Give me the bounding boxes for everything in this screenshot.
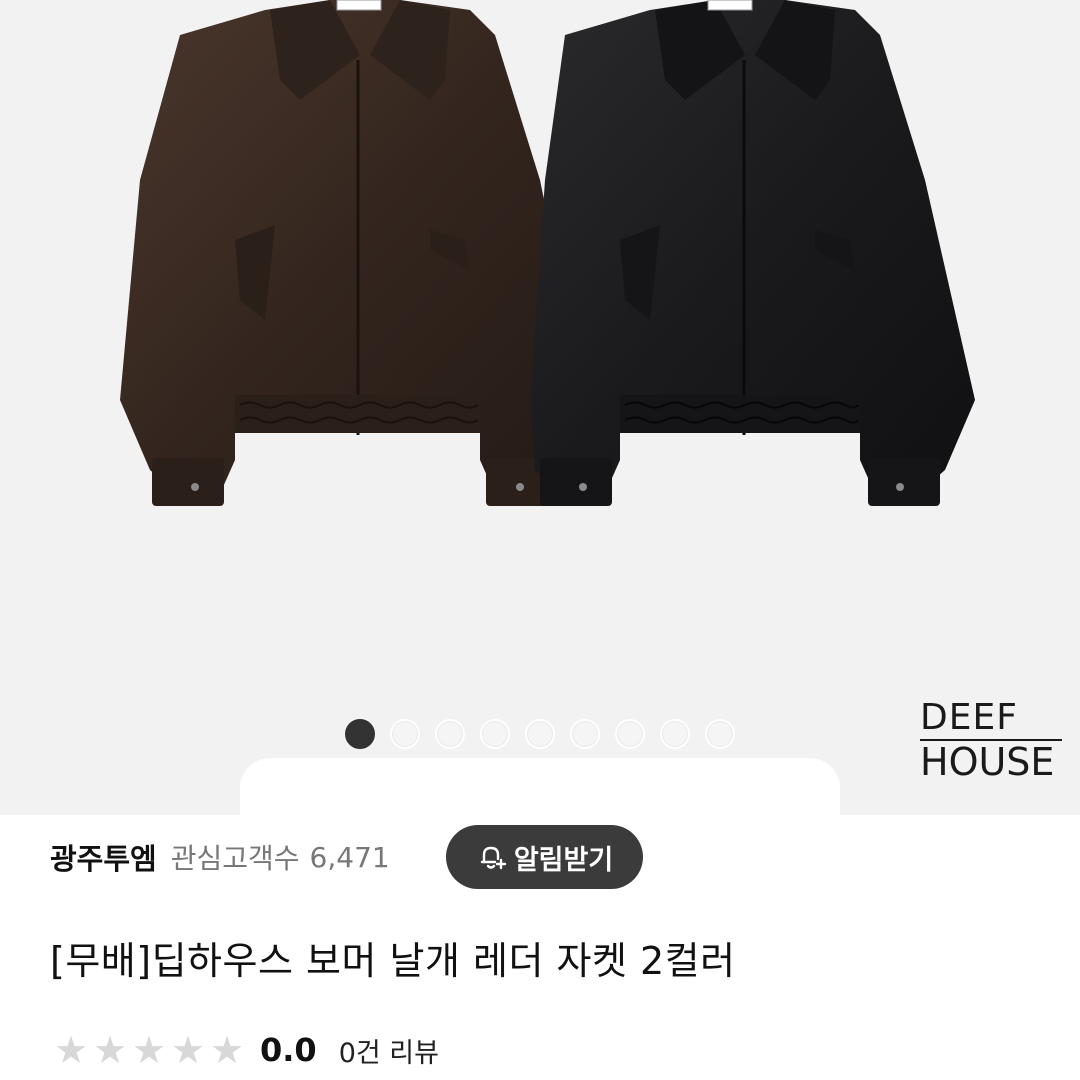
carousel-dot[interactable] [660, 719, 690, 749]
brown-jacket [120, 0, 585, 506]
favorites-label: 관심고객수 [170, 842, 300, 875]
product-title: [무배]딥하우스 보머 날개 레더 자켓 2컬러 [50, 939, 736, 983]
sheet-handle-tab [240, 758, 840, 818]
black-jacket [530, 0, 975, 506]
star-icon: ★ [53, 1028, 89, 1072]
star-icon: ★ [170, 1028, 206, 1072]
notify-button[interactable]: 알림받기 [446, 825, 643, 889]
carousel-dot[interactable] [570, 719, 600, 749]
star-icon: ★ [209, 1028, 245, 1072]
carousel-dot[interactable] [390, 719, 420, 749]
bell-plus-icon [480, 846, 507, 870]
notify-button-label: 알림받기 [513, 844, 614, 876]
carousel-dot[interactable] [615, 719, 645, 749]
review-count[interactable]: 0건 리뷰 [339, 1031, 439, 1070]
star-icon: ★ [131, 1028, 167, 1072]
product-image-carousel[interactable]: DEEF HOUSE [0, 0, 1080, 815]
carousel-indicator [345, 719, 735, 749]
carousel-dot[interactable] [705, 719, 735, 749]
carousel-dot[interactable] [480, 719, 510, 749]
brand-logo-line1: DEEF [920, 700, 1062, 741]
brand-logo: DEEF HOUSE [920, 700, 1070, 781]
star-icon: ★ [92, 1028, 128, 1072]
shop-row: 광주투엠 관심고객수 6,471 알림받기 [50, 825, 1050, 889]
rating-stars: ★ ★ ★ ★ ★ [52, 1031, 246, 1069]
favorites-count: 6,471 [309, 840, 390, 874]
rating-score: 0.0 [260, 1031, 317, 1069]
rating-row[interactable]: ★ ★ ★ ★ ★ 0.0 0건 리뷰 [52, 1027, 439, 1073]
shop-name[interactable]: 광주투엠 [50, 836, 157, 878]
carousel-dot[interactable] [345, 719, 375, 749]
product-photo [120, 0, 975, 506]
carousel-dot[interactable] [525, 719, 555, 749]
carousel-dot[interactable] [435, 719, 465, 749]
